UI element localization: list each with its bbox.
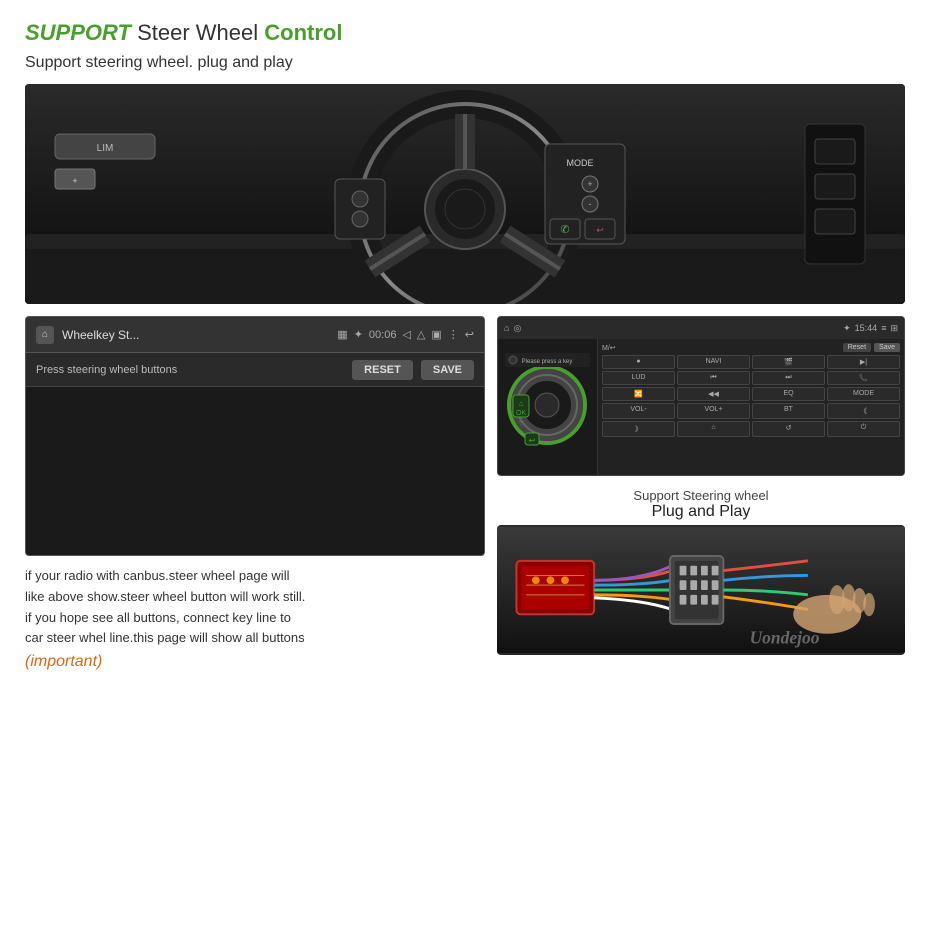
support-text-block: Support Steering wheel Plug and Play — [497, 484, 905, 525]
support-steering-label: Support Steering wheel — [497, 488, 905, 503]
wiring-svg: Uondejoo — [497, 525, 905, 655]
rs-nav-icon: ◎ — [513, 323, 521, 334]
subtitle-text: Support steering wheel. plug and play — [25, 54, 905, 72]
rs-button-grid: M/↩ Reset Save ● NAVI 🎬 ▶| LUD ⏮ ⏭ — [598, 339, 904, 476]
menu-icon: ⋮ — [448, 328, 459, 341]
title-rest: Steer Wheel — [137, 20, 264, 45]
svg-text:LIM: LIM — [97, 143, 114, 154]
page: SUPPORT Steer Wheel Control Support stee… — [0, 0, 930, 930]
screen-icon: ▣ — [431, 328, 441, 341]
header-section: SUPPORT Steer Wheel Control Support stee… — [25, 20, 905, 72]
rs-steering-mini: △ OK ▽ ↩ Please press a key — [498, 339, 598, 476]
app-title: Wheelkey St... — [62, 328, 329, 342]
back-icon: ↩ — [465, 328, 474, 341]
rs-time: 15:44 — [855, 323, 878, 333]
svg-text:+: + — [72, 176, 77, 186]
wiring-image: Uondejoo — [497, 525, 905, 655]
svg-text:↩: ↩ — [596, 225, 604, 235]
save-button[interactable]: SAVE — [421, 360, 474, 380]
screenshot-header: ⌂ Wheelkey St... ▦ ✦ 00:06 ◁ △ ▣ ⋮ ↩ — [26, 317, 484, 353]
page-title: SUPPORT Steer Wheel Control — [25, 20, 905, 46]
rs-list-icon: ≡ — [881, 323, 886, 333]
rs-content: △ OK ▽ ↩ Please press a key — [498, 339, 904, 476]
svg-text:-: - — [589, 199, 592, 209]
bluetooth-icon: ✦ — [354, 328, 363, 341]
steering-wheel-image: LIM + — [25, 84, 905, 304]
title-control: Control — [264, 20, 342, 45]
home-icon: ⌂ — [36, 326, 54, 344]
rs-bt-icon: ✦ — [843, 323, 851, 334]
vol-icon: ◁ — [402, 328, 410, 341]
bottom-section: ⌂ Wheelkey St... ▦ ✦ 00:06 ◁ △ ▣ ⋮ ↩ — [25, 316, 905, 666]
screenshot-toolbar: Press steering wheel buttons RESET SAVE — [26, 353, 484, 387]
time-display: 00:06 — [369, 329, 397, 341]
title-support: SUPPORT — [25, 20, 131, 45]
desc-line-1: if your radio with canbus.steer wheel pa… — [25, 566, 485, 587]
toolbar-label: Press steering wheel buttons — [36, 364, 344, 376]
desc-line-2: like above show.steer wheel button will … — [25, 587, 485, 608]
rs-home-icon: ⌂ — [504, 323, 509, 333]
svg-text:MODE: MODE — [567, 158, 594, 168]
important-text: (important) — [25, 653, 485, 671]
eject-icon: △ — [417, 328, 425, 341]
right-screenshot: ⌂ ◎ ✦ 15:44 ≡ ⊞ — [497, 316, 905, 476]
header-icons: ▦ ✦ 00:06 ◁ △ ▣ ⋮ ↩ — [337, 328, 474, 341]
plug-play-label: Plug and Play — [497, 503, 905, 521]
svg-text:▽: ▽ — [519, 421, 524, 427]
image-icon: ▦ — [337, 328, 347, 341]
desc-line-3: if you hope see all buttons, connect key… — [25, 608, 485, 629]
steering-wheel-svg: LIM + — [25, 84, 905, 304]
svg-text:↩: ↩ — [529, 436, 536, 445]
svg-text:△: △ — [519, 401, 524, 407]
description-text: if your radio with canbus.steer wheel pa… — [25, 566, 485, 649]
rs-header: ⌂ ◎ ✦ 15:44 ≡ ⊞ — [498, 317, 904, 339]
svg-text:Please press a key: Please press a key — [522, 359, 573, 365]
svg-text:Uondejoo: Uondejoo — [750, 627, 820, 647]
svg-text:+: + — [587, 179, 592, 189]
left-column: ⌂ Wheelkey St... ▦ ✦ 00:06 ◁ △ ▣ ⋮ ↩ — [25, 316, 485, 666]
svg-text:✆: ✆ — [560, 224, 569, 236]
right-column: ⌂ ◎ ✦ 15:44 ≡ ⊞ — [497, 316, 905, 666]
reset-button[interactable]: RESET — [352, 360, 413, 380]
screenshot-body — [26, 387, 484, 556]
desc-line-4: car steer whel line.this page will show … — [25, 628, 485, 649]
rs-grid-icon: ⊞ — [890, 323, 898, 334]
svg-text:OK: OK — [516, 410, 526, 417]
left-screenshot: ⌂ Wheelkey St... ▦ ✦ 00:06 ◁ △ ▣ ⋮ ↩ — [25, 316, 485, 556]
mini-wheel-svg: △ OK ▽ ↩ Please press a key — [505, 353, 590, 463]
